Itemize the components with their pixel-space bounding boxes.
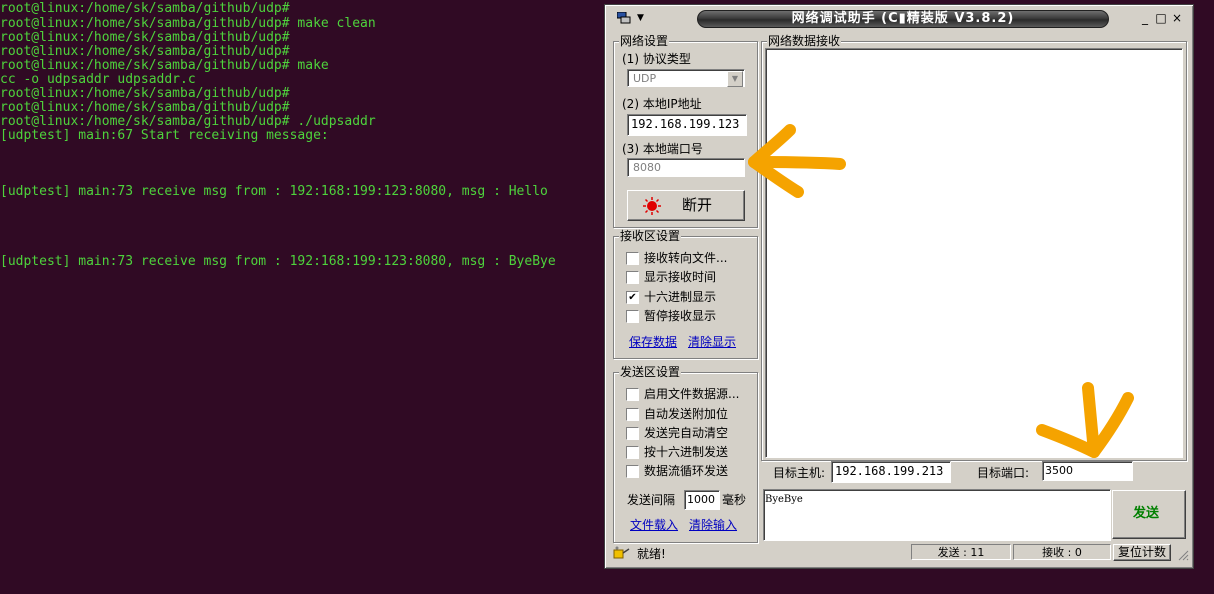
disconnect-label: 断开 bbox=[682, 196, 713, 214]
app-icon bbox=[617, 12, 631, 24]
terminal-line: [udptest] main:73 receive msg from : 192… bbox=[0, 254, 556, 269]
terminal-line: [udptest] main:73 receive msg from : 192… bbox=[0, 184, 548, 199]
checkbox-label: 发送完自动清空 bbox=[644, 426, 729, 440]
protocol-value: UDP bbox=[633, 72, 657, 85]
minimize-button[interactable]: _ bbox=[1137, 10, 1153, 26]
status-ready-icon bbox=[613, 545, 631, 561]
checkbox-box[interactable] bbox=[626, 465, 639, 478]
terminal-line: root@linux:/home/sk/samba/github/udp# bbox=[0, 44, 290, 59]
recv-settings-title: 接收区设置 bbox=[619, 229, 682, 243]
terminal-line: root@linux:/home/sk/samba/github/udp# bbox=[0, 1, 290, 16]
checkmark-icon: ✔ bbox=[628, 292, 637, 303]
checkbox-box[interactable] bbox=[626, 427, 639, 440]
local-ip-label: (2) 本地IP地址 bbox=[622, 97, 702, 111]
send-interval-unit: 毫秒 bbox=[722, 493, 747, 507]
load-file-link[interactable]: 文件载入 bbox=[630, 518, 678, 532]
recv-count: 接收 : 0 bbox=[1013, 544, 1111, 560]
target-host-value: 192.168.199.213 bbox=[835, 464, 944, 478]
send-data-textarea[interactable]: ByeBye bbox=[763, 489, 1111, 541]
chevron-down-icon: ▼ bbox=[637, 13, 644, 23]
recv-area-title: 网络数据接收 bbox=[767, 34, 842, 48]
reset-count-button[interactable]: 复位计数 bbox=[1113, 544, 1171, 561]
checkbox-label: 暂停接收显示 bbox=[644, 309, 717, 323]
terminal-line: root@linux:/home/sk/samba/github/udp# ma… bbox=[0, 16, 376, 31]
clear-input-link[interactable]: 清除输入 bbox=[689, 518, 737, 532]
terminal-line: root@linux:/home/sk/samba/github/udp# bbox=[0, 86, 290, 101]
local-port-field[interactable]: 8080 bbox=[627, 158, 745, 177]
terminal-line: root@linux:/home/sk/samba/github/udp# ma… bbox=[0, 58, 329, 73]
checkbox-label: 接收转向文件... bbox=[644, 251, 728, 265]
send-button-label: 发送 bbox=[1133, 506, 1160, 521]
close-button[interactable]: × bbox=[1169, 10, 1185, 26]
send-settings-group: 发送区设置 启用文件数据源... 自动发送附加位 发送完自动清空 按十六进制发送… bbox=[613, 365, 758, 543]
local-port-label: (3) 本地端口号 bbox=[622, 142, 703, 156]
net-settings-group: 网络设置 (1) 协议类型 UDP ▼ (2) 本地IP地址 192.168.1… bbox=[613, 34, 758, 228]
checkbox-box[interactable] bbox=[626, 446, 639, 459]
target-host-field[interactable]: 192.168.199.213 bbox=[831, 461, 951, 483]
recv-settings-group: 接收区设置 接收转向文件... 显示接收时间 ✔ 十六进制显示 暂停接收显示 保… bbox=[613, 229, 758, 359]
net-assistant-window: ▼ 网络调试助手 (C▮精装版 V3.8.2) _ □ × 网络设置 (1) 协议类… bbox=[604, 4, 1194, 569]
sent-count: 发送 : 11 bbox=[911, 544, 1011, 560]
checkbox-box[interactable] bbox=[626, 310, 639, 323]
title-bar[interactable]: ▼ 网络调试助手 (C▮精装版 V3.8.2) _ □ × bbox=[607, 7, 1191, 29]
checkbox-label: 显示接收时间 bbox=[644, 270, 717, 284]
checkbox-box[interactable] bbox=[626, 408, 639, 421]
target-host-label: 目标主机: bbox=[773, 466, 826, 480]
local-port-value: 8080 bbox=[633, 161, 661, 174]
disconnect-button[interactable]: 断开 bbox=[627, 190, 745, 221]
checkbox-label: 数据流循环发送 bbox=[644, 464, 729, 478]
local-ip-field[interactable]: 192.168.199.123 bbox=[627, 114, 747, 136]
checkbox-label: 自动发送附加位 bbox=[644, 407, 729, 421]
checkbox-label: 启用文件数据源... bbox=[644, 387, 740, 401]
clear-display-link[interactable]: 清除显示 bbox=[688, 335, 736, 349]
system-menu[interactable]: ▼ bbox=[613, 10, 647, 26]
net-settings-title: 网络设置 bbox=[619, 34, 670, 48]
caption-buttons: _ □ × bbox=[1137, 10, 1185, 26]
window-title: 网络调试助手 (C▮精装版 V3.8.2) bbox=[791, 11, 1015, 26]
save-data-link[interactable]: 保存数据 bbox=[629, 335, 677, 349]
terminal-line: cc -o udpsaddr udpsaddr.c bbox=[0, 72, 196, 87]
send-interval-value: 1000 bbox=[687, 493, 715, 506]
send-data-text: ByeBye bbox=[765, 494, 803, 505]
connection-status-icon bbox=[643, 197, 661, 215]
protocol-select[interactable]: UDP ▼ bbox=[627, 69, 745, 87]
annotation-arrow-left-icon bbox=[748, 124, 846, 198]
protocol-label: (1) 协议类型 bbox=[622, 52, 691, 66]
terminal[interactable]: root@linux:/home/sk/samba/github/udp# ro… bbox=[0, 0, 600, 594]
terminal-line: root@linux:/home/sk/samba/github/udp# bbox=[0, 30, 290, 45]
terminal-line: root@linux:/home/sk/samba/github/udp# bbox=[0, 100, 290, 115]
target-port-label: 目标端口: bbox=[977, 466, 1030, 480]
send-button[interactable]: 发送 bbox=[1112, 490, 1186, 539]
checkbox-box[interactable] bbox=[626, 252, 639, 265]
status-ready-text: 就绪! bbox=[637, 547, 666, 561]
local-ip-value: 192.168.199.123 bbox=[631, 117, 740, 131]
checkbox-box[interactable]: ✔ bbox=[626, 291, 639, 304]
checkbox-box[interactable] bbox=[626, 271, 639, 284]
terminal-line: [udptest] main:67 Start receiving messag… bbox=[0, 128, 329, 143]
maximize-button[interactable]: □ bbox=[1153, 10, 1169, 26]
checkbox-label: 十六进制显示 bbox=[644, 290, 717, 304]
resize-grip-icon[interactable] bbox=[1177, 549, 1189, 561]
annotation-arrow-down-icon bbox=[1036, 382, 1134, 458]
send-settings-title: 发送区设置 bbox=[619, 365, 682, 379]
dropdown-arrow-icon[interactable]: ▼ bbox=[727, 71, 743, 87]
title-pill: 网络调试助手 (C▮精装版 V3.8.2) bbox=[697, 10, 1109, 28]
checkbox-box[interactable] bbox=[626, 388, 639, 401]
send-interval-input[interactable]: 1000 bbox=[684, 490, 720, 510]
terminal-line: root@linux:/home/sk/samba/github/udp# ./… bbox=[0, 114, 376, 129]
send-interval-label: 发送间隔 bbox=[627, 493, 676, 507]
checkbox-label: 按十六进制发送 bbox=[644, 445, 729, 459]
